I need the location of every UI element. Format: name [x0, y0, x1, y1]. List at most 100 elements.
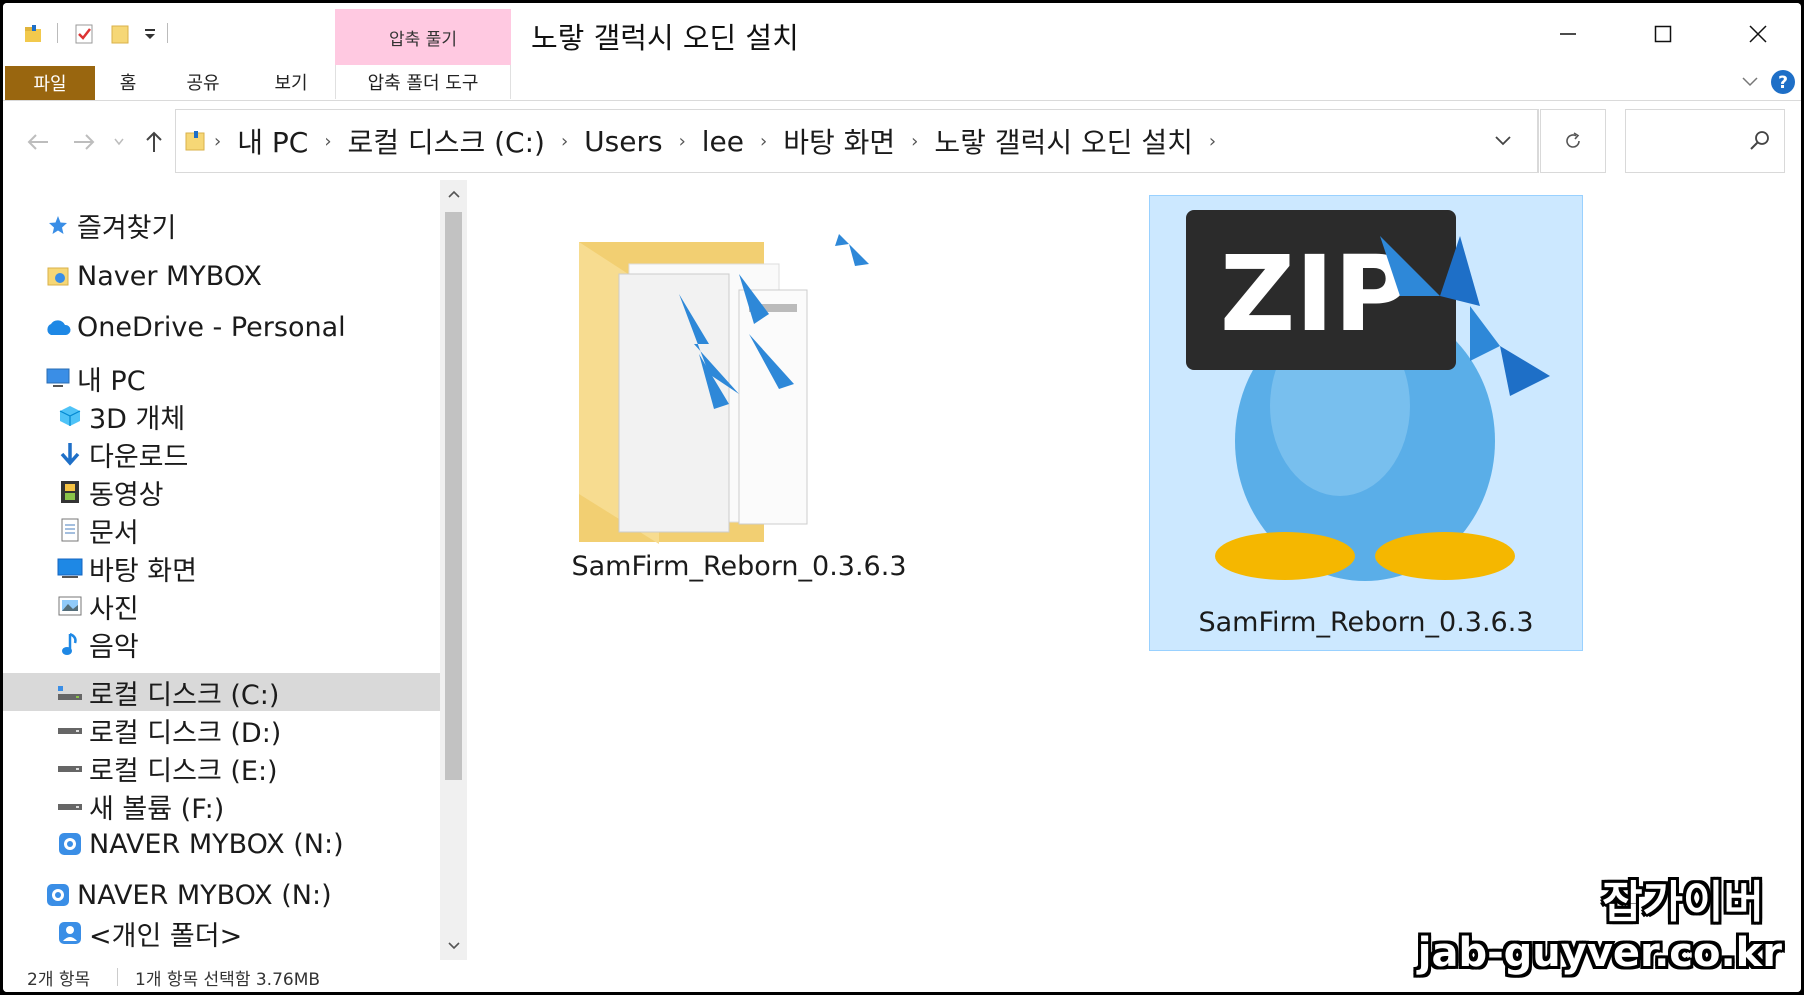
forward-arrow-icon — [74, 134, 95, 150]
recent-locations-dropdown[interactable] — [109, 124, 129, 160]
folder-properties-icon[interactable] — [21, 21, 47, 47]
qat-dropdown-icon[interactable] — [141, 21, 159, 47]
nav-item-this-pc[interactable]: 내 PC — [3, 359, 440, 397]
close-button[interactable] — [1723, 3, 1793, 65]
tab-file[interactable]: 파일 — [5, 66, 95, 100]
breadcrumb-desktop[interactable]: 바탕 화면 — [773, 121, 905, 161]
breadcrumb-separator[interactable]: › — [754, 131, 773, 152]
mybox-drive-icon — [43, 880, 73, 910]
breadcrumb-separator[interactable]: › — [1203, 131, 1222, 152]
maximize-icon — [1654, 25, 1672, 43]
desktop-icon — [55, 553, 85, 583]
nav-label: NAVER MYBOX (N:) — [77, 879, 332, 911]
scroll-up-icon[interactable] — [440, 180, 467, 208]
checkmark-properties-icon[interactable] — [71, 21, 97, 47]
address-history-dropdown[interactable] — [1468, 110, 1538, 172]
nav-label: 로컬 디스크 (E:) — [89, 755, 278, 787]
navigation-pane: 즐겨찾기 Naver MYBOX OneDrive - Personal 내 P… — [3, 180, 467, 960]
breadcrumb-separator[interactable]: › — [318, 131, 337, 152]
nav-item-personal-folder[interactable]: <개인 폴더> — [3, 914, 440, 952]
search-input[interactable] — [1625, 109, 1785, 173]
compressed-folder-icon — [579, 214, 869, 544]
breadcrumb-separator[interactable]: › — [673, 131, 692, 152]
system-drive-icon — [55, 677, 85, 707]
nav-item-onedrive[interactable]: OneDrive - Personal — [3, 308, 440, 346]
breadcrumb-local-disk-c[interactable]: 로컬 디스크 (C:) — [338, 121, 555, 161]
scroll-down-icon[interactable] — [440, 932, 467, 960]
close-icon — [1749, 25, 1767, 43]
nav-item-naver-mybox[interactable]: Naver MYBOX — [3, 257, 440, 295]
explorer-window: 압축 풀기 노랗 갤럭시 오딘 설치 파일 홈 공유 보기 압축 폴더 도구 ? — [3, 3, 1801, 992]
help-icon: ? — [1771, 70, 1795, 94]
star-icon — [43, 210, 73, 240]
nav-scrollbar[interactable] — [440, 180, 467, 960]
back-button[interactable] — [21, 124, 55, 160]
address-bar[interactable]: › 내 PC › 로컬 디스크 (C:) › Users › lee › 바탕 … — [175, 109, 1539, 173]
nav-label: Naver MYBOX — [77, 260, 262, 292]
nav-label: 로컬 디스크 (C:) — [89, 679, 280, 711]
document-icon — [55, 515, 85, 545]
ribbon-expand-chevron-icon[interactable] — [1735, 65, 1765, 99]
breadcrumb-users[interactable]: Users — [574, 125, 672, 158]
nav-item-naver-mybox-root[interactable]: NAVER MYBOX (N:) — [3, 876, 440, 914]
up-button[interactable] — [139, 124, 169, 160]
nav-label: 즐겨찾기 — [77, 212, 177, 244]
forward-button[interactable] — [67, 124, 101, 160]
chevron-down-icon — [1494, 136, 1511, 146]
nav-item-3d-objects[interactable]: 3D 개체 — [3, 397, 440, 435]
nav-item-new-volume-f[interactable]: 새 볼륨 (F:) — [3, 787, 440, 825]
nav-item-naver-mybox-n[interactable]: NAVER MYBOX (N:) — [3, 825, 440, 863]
scroll-thumb[interactable] — [445, 212, 462, 780]
nav-label: 내 PC — [77, 365, 146, 397]
nav-item-pictures[interactable]: 사진 — [3, 587, 440, 625]
drive-icon — [55, 753, 85, 783]
nav-item-downloads[interactable]: 다운로드 — [3, 435, 440, 473]
minimize-button[interactable] — [1533, 3, 1603, 65]
watermark-url: jab-guyver.co.kr — [1417, 930, 1782, 976]
file-name: SamFirm_Reborn_0.3.6.3 — [1198, 607, 1534, 638]
picture-icon — [55, 591, 85, 621]
tab-compressed-folder-tools[interactable]: 압축 폴더 도구 — [335, 65, 511, 99]
tab-view[interactable]: 보기 — [261, 65, 321, 99]
drive-icon — [55, 791, 85, 821]
breadcrumb-lee[interactable]: lee — [692, 125, 754, 158]
mybox-personal-icon — [55, 918, 85, 948]
tab-home[interactable]: 홈 — [103, 65, 153, 99]
nav-item-local-disk-e[interactable]: 로컬 디스크 (E:) — [3, 749, 440, 787]
breadcrumb-this-pc[interactable]: 내 PC — [227, 121, 318, 161]
cube-3d-icon — [55, 401, 85, 431]
nav-item-quick-access[interactable]: 즐겨찾기 — [3, 206, 440, 244]
svg-text:?: ? — [1778, 73, 1788, 93]
nav-item-videos[interactable]: 동영상 — [3, 473, 440, 511]
nav-item-desktop[interactable]: 바탕 화면 — [3, 549, 440, 587]
nav-item-documents[interactable]: 문서 — [3, 511, 440, 549]
help-button[interactable]: ? — [1769, 65, 1797, 99]
nav-label: 바탕 화면 — [89, 555, 197, 587]
nav-item-local-disk-d[interactable]: 로컬 디스크 (D:) — [3, 711, 440, 749]
refresh-button[interactable] — [1540, 109, 1606, 173]
title-bar: 압축 풀기 노랗 갤럭시 오딘 설치 — [3, 3, 1801, 65]
computer-icon — [43, 363, 73, 393]
context-tab-header: 압축 풀기 — [335, 9, 511, 65]
watermark-title: 잡가이버 — [1602, 877, 1764, 928]
refresh-icon — [1566, 132, 1580, 148]
file-item[interactable]: SamFirm_Reborn_0.3.6.3 — [549, 194, 929, 590]
mybox-drive-icon — [55, 829, 85, 859]
breadcrumb-separator[interactable]: › — [905, 131, 924, 152]
nav-label: 3D 개체 — [89, 403, 186, 435]
new-folder-icon[interactable] — [107, 21, 133, 47]
breadcrumb-separator[interactable]: › — [555, 131, 574, 152]
chevron-down-icon — [114, 138, 124, 146]
nav-item-local-disk-c[interactable]: 로컬 디스크 (C:) — [3, 673, 440, 711]
nav-item-music[interactable]: 음악 — [3, 625, 440, 663]
tab-share[interactable]: 공유 — [173, 65, 233, 99]
file-item-selected[interactable]: ZIP SamFirm_Reborn_0.3.6.3 — [1149, 195, 1583, 651]
status-item-count: 2개 항목 — [27, 970, 91, 990]
film-icon — [55, 477, 85, 507]
maximize-button[interactable] — [1628, 3, 1698, 65]
nav-label: <개인 폴더> — [89, 920, 243, 952]
zip-label: ZIP — [1220, 233, 1410, 355]
mybox-folder-icon — [43, 261, 73, 291]
breadcrumb-current-folder[interactable]: 노랗 갤럭시 오딘 설치 — [924, 121, 1203, 161]
breadcrumb-separator[interactable]: › — [208, 131, 227, 152]
